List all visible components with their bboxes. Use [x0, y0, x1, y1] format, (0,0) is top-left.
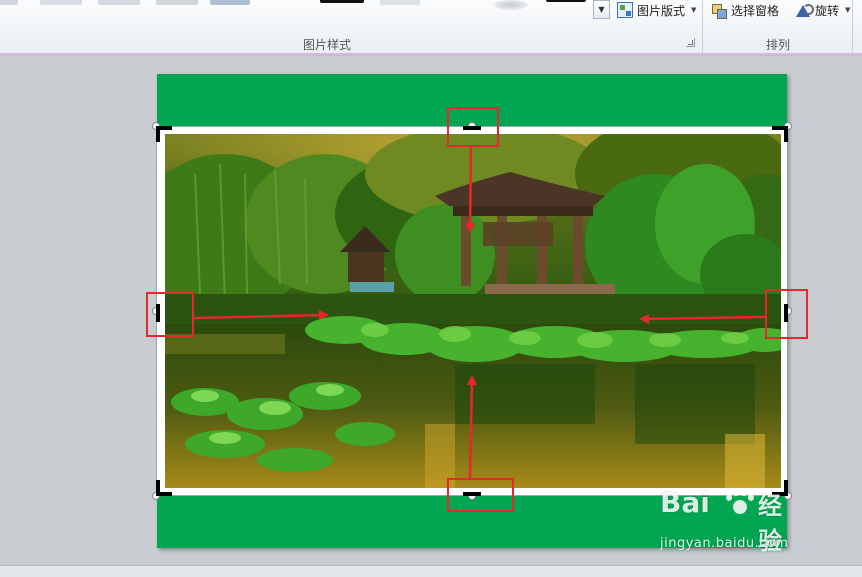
- paw-icon: [723, 488, 754, 518]
- arrow-right: [193, 310, 329, 321]
- status-bar: [0, 565, 862, 577]
- watermark-url: jingyan.baidu.com: [660, 536, 789, 551]
- arrow-up: [466, 375, 477, 479]
- baidu-jingyan-watermark: Bai 经验 jingyan.baidu.com: [660, 486, 850, 556]
- arrow-left: [639, 313, 766, 324]
- watermark-brand-left: Bai: [660, 486, 710, 519]
- arrow-down: [465, 146, 476, 233]
